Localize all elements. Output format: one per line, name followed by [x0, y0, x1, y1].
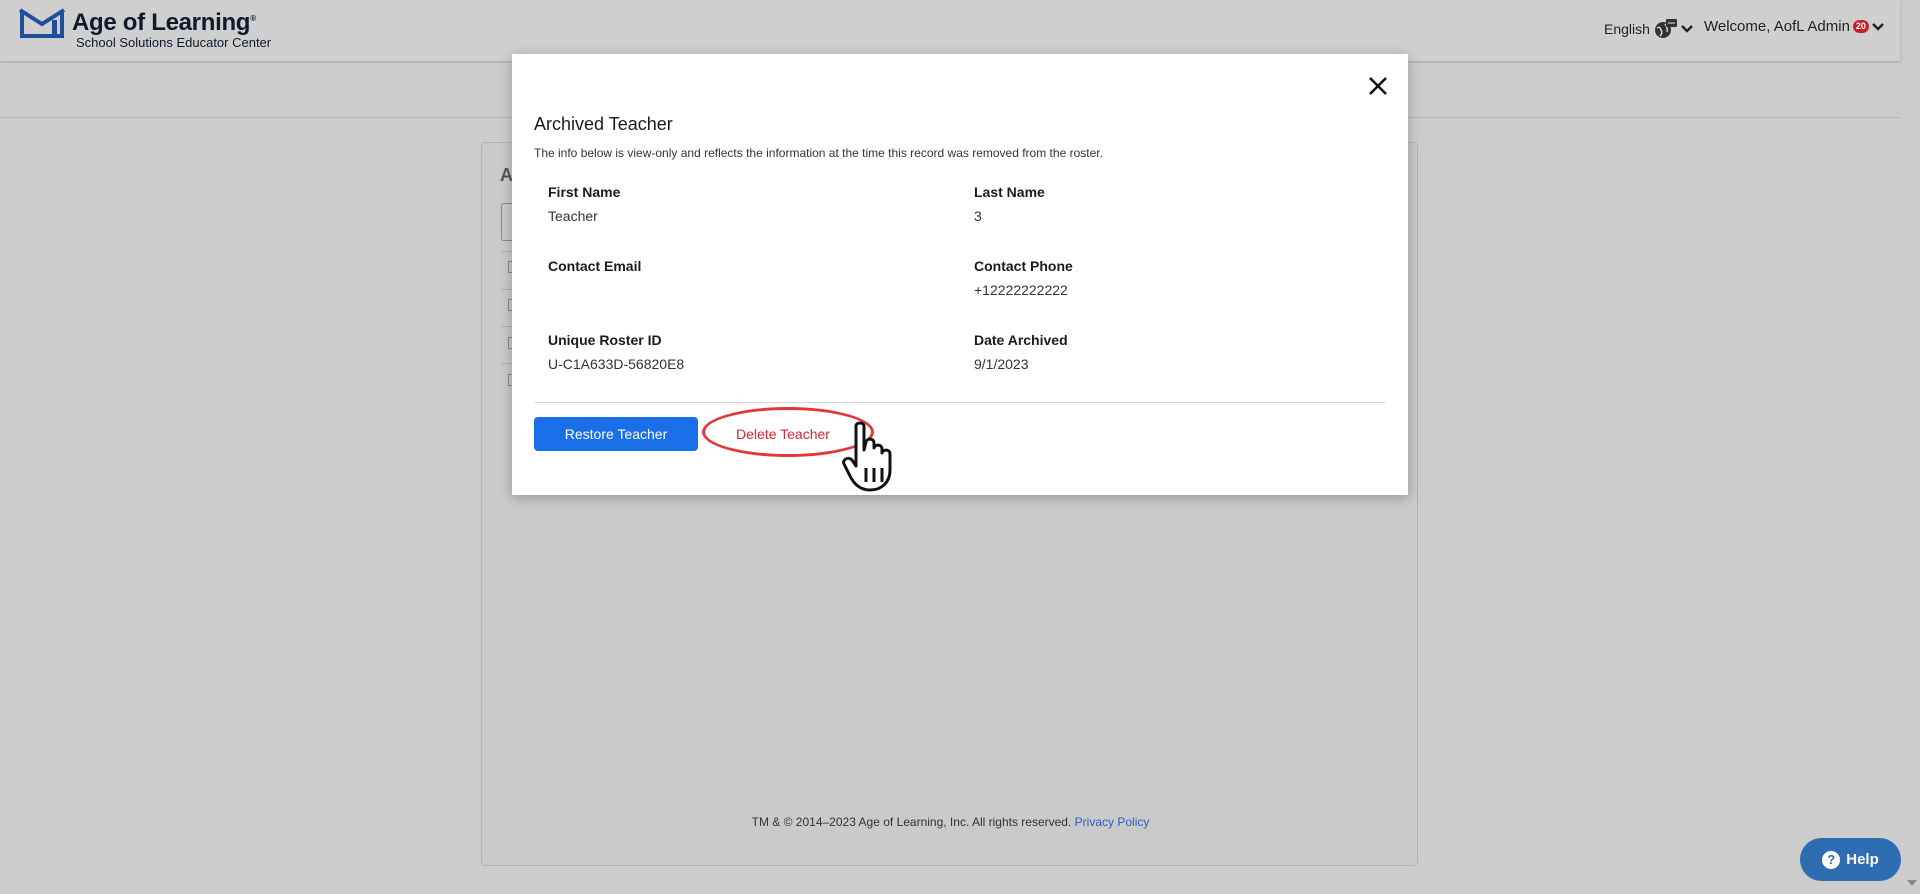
language-globe-icon: [1654, 19, 1677, 38]
date-archived-field: Date Archived 9/1/2023: [974, 332, 1068, 372]
field-value: [548, 282, 641, 298]
notification-badge: 20: [1852, 20, 1869, 33]
help-label: Help: [1846, 851, 1879, 868]
brand-tagline: School Solutions Educator Center: [76, 35, 272, 50]
field-label: Contact Phone: [974, 258, 1073, 274]
contact-phone-field: Contact Phone +12222222222: [974, 258, 1073, 298]
delete-teacher-button[interactable]: Delete Teacher: [708, 417, 858, 451]
brand-name: Age of Learning: [72, 9, 251, 36]
chevron-down-icon: [1681, 25, 1693, 33]
field-label: First Name: [548, 184, 621, 200]
user-menu[interactable]: Welcome, AofL Admin 20: [1704, 18, 1885, 35]
field-value: Teacher: [548, 208, 598, 224]
field-value: 3: [974, 208, 982, 224]
language-label: English: [1604, 21, 1650, 37]
copyright-text: TM & © 2014–2023 Age of Learning, Inc. A…: [751, 815, 1072, 829]
page-scrollbar[interactable]: [1903, 0, 1920, 894]
logo-mark-icon: [18, 8, 66, 38]
field-value: 9/1/2023: [974, 356, 1029, 372]
age-of-learning-logo[interactable]: Age of Learning® School Solutions Educat…: [18, 6, 271, 50]
last-name-field: Last Name 3: [974, 184, 1045, 224]
chevron-down-icon: [1872, 22, 1884, 31]
modal-divider: [534, 402, 1386, 403]
modal-title: Archived Teacher: [534, 114, 673, 134]
field-label: Last Name: [974, 184, 1045, 200]
scroll-down-arrow-icon[interactable]: [1907, 880, 1917, 886]
privacy-policy-link[interactable]: Privacy Policy: [1075, 815, 1150, 829]
field-label: Date Archived: [974, 332, 1068, 348]
welcome-text: Welcome, AofL Admin: [1704, 18, 1850, 35]
brand-registered-mark: ®: [250, 14, 256, 23]
close-icon[interactable]: [1364, 72, 1392, 100]
field-label: Unique Roster ID: [548, 332, 662, 348]
first-name-field: First Name Teacher: [548, 184, 620, 224]
footer: TM & © 2014–2023 Age of Learning, Inc. A…: [482, 815, 1419, 829]
field-label: Contact Email: [548, 258, 642, 274]
app-header: Age of Learning® School Solutions Educat…: [0, 0, 1900, 62]
archived-teacher-modal: Archived Teacher The info below is view-…: [512, 54, 1408, 495]
field-value: +12222222222: [974, 282, 1068, 298]
help-question-icon: ?: [1822, 850, 1841, 869]
contact-email-field: Contact Email: [548, 258, 641, 298]
unique-roster-id-field: Unique Roster ID U-C1A633D-56820E8: [548, 332, 684, 372]
modal-description: The info below is view-only and reflects…: [534, 146, 1103, 160]
help-button[interactable]: ? Help: [1800, 838, 1901, 881]
restore-teacher-button[interactable]: Restore Teacher: [534, 417, 698, 451]
field-value: U-C1A633D-56820E8: [548, 356, 685, 372]
language-selector[interactable]: English: [1604, 18, 1694, 40]
